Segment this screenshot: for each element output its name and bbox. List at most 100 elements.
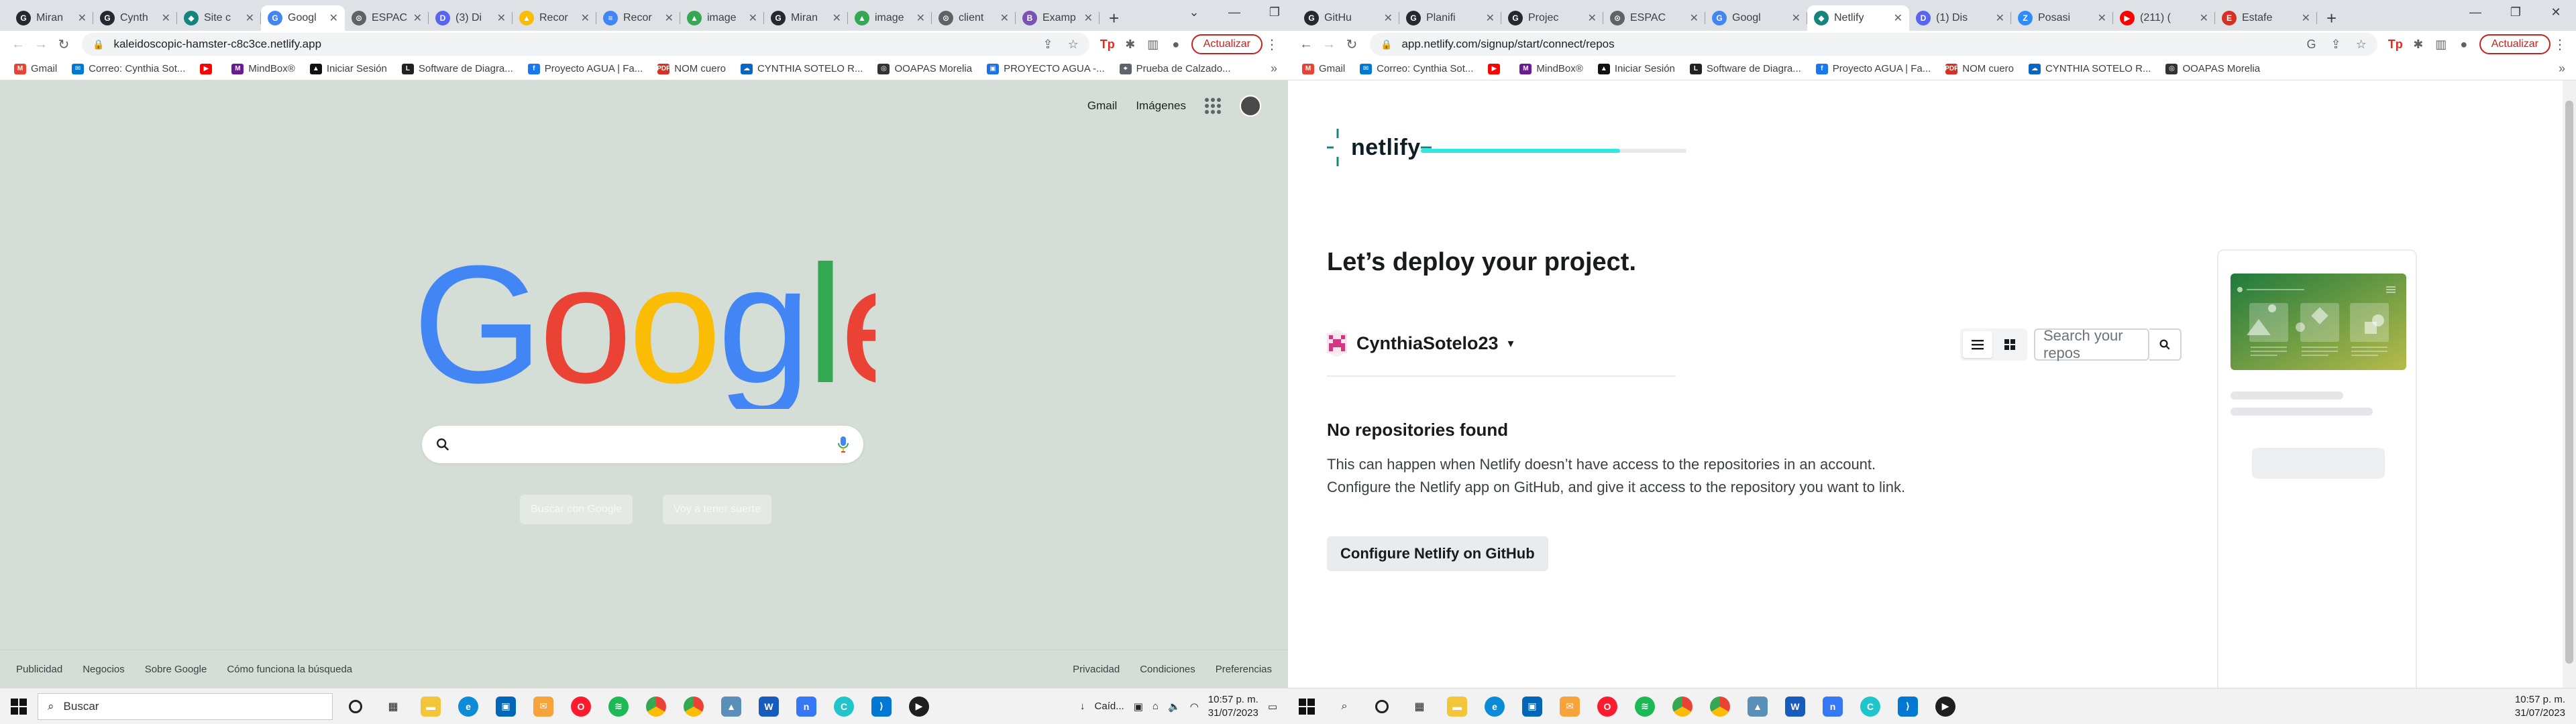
opera-icon[interactable]: O	[1589, 688, 1626, 724]
maximize-icon[interactable]: ❐	[1254, 0, 1288, 24]
mail-icon[interactable]: ✉	[525, 688, 562, 724]
word-icon[interactable]: W	[1776, 688, 1814, 724]
close-tab-icon[interactable]: ✕	[246, 11, 254, 25]
close-tab-icon[interactable]: ✕	[2098, 11, 2106, 25]
cortana-icon[interactable]	[1363, 688, 1401, 724]
volume-icon[interactable]: 🔈	[1168, 701, 1181, 713]
browser-tab[interactable]: D (1) Dis ✕	[1909, 5, 2011, 31]
account-selector[interactable]: CynthiaSotelo23 ▾	[1327, 328, 1514, 358]
browser-tab[interactable]: G Projec ✕	[1501, 5, 1603, 31]
store-icon[interactable]: ▣	[487, 688, 525, 724]
bookmark-star-icon[interactable]: ☆	[2356, 38, 2367, 52]
bookmark-item[interactable]: ⌖ Prueba de Calzado...	[1112, 63, 1238, 74]
browser-tab[interactable]: ⊙ client ✕	[932, 5, 1016, 31]
close-tab-icon[interactable]: ✕	[1690, 11, 1699, 25]
taskbar-search-input[interactable]: ⌕ Buscar	[38, 692, 333, 720]
footer-advertising-link[interactable]: Publicidad	[16, 664, 62, 675]
browser-tab[interactable]: ◆ Netlify ✕	[1807, 5, 1909, 31]
bookmark-item[interactable]: M Gmail	[7, 63, 64, 74]
browser-tab[interactable]: E Estafe ✕	[2215, 5, 2317, 31]
images-link[interactable]: Imágenes	[1136, 99, 1186, 113]
close-tab-icon[interactable]: ✕	[78, 11, 87, 25]
bookmark-item[interactable]: M MindBox®	[1512, 63, 1590, 74]
minimize-icon[interactable]: —	[2455, 0, 2496, 24]
address-bar[interactable]: 🔒 kaleidoscopic-hamster-c8c3ce.netlify.a…	[82, 33, 1089, 56]
browser-tab[interactable]: G Googl ✕	[261, 5, 345, 31]
extension-tp-icon[interactable]: Tp	[2384, 33, 2407, 56]
start-icon[interactable]	[0, 688, 38, 724]
close-tab-icon[interactable]: ✕	[497, 11, 506, 25]
browser-tab[interactable]: ◆ Site c ✕	[177, 5, 261, 31]
browser-tab[interactable]: G Googl ✕	[1705, 5, 1807, 31]
configure-github-button[interactable]: Configure Netlify on GitHub	[1327, 536, 1548, 571]
side-panel-icon[interactable]: ▥	[1142, 33, 1165, 56]
footer-business-link[interactable]: Negocios	[83, 664, 125, 675]
browser-tab[interactable]: ⊙ ESPAC ✕	[345, 5, 429, 31]
bookmark-item[interactable]: L Software de Diagra...	[394, 63, 521, 74]
extensions-puzzle-icon[interactable]: ✱	[1119, 33, 1142, 56]
reload-icon[interactable]: ↻	[1340, 33, 1363, 56]
browser-tab[interactable]: G Planifi ✕	[1399, 5, 1501, 31]
bookmark-item[interactable]: ✉ Correo: Cynthia Sot...	[1352, 63, 1481, 74]
browser-menu-icon[interactable]: ⋮	[1263, 36, 1281, 53]
cortana-icon[interactable]	[337, 688, 374, 724]
word-icon[interactable]: W	[750, 688, 788, 724]
profile-icon[interactable]: ●	[2453, 33, 2475, 56]
browser-tab[interactable]: Z Posasi ✕	[2011, 5, 2113, 31]
footer-about-link[interactable]: Sobre Google	[145, 664, 207, 675]
address-bar[interactable]: 🔒 app.netlify.com/signup/start/connect/r…	[1370, 33, 2377, 56]
spotify-icon[interactable]: ≋	[600, 688, 637, 724]
opera-icon[interactable]: O	[562, 688, 600, 724]
browser-tab[interactable]: ≡ Recor ✕	[596, 5, 680, 31]
close-tab-icon[interactable]: ✕	[1000, 11, 1009, 25]
canva-icon[interactable]: C	[1851, 688, 1889, 724]
close-tab-icon[interactable]: ✕	[833, 11, 841, 25]
profile-icon[interactable]: ●	[1165, 33, 1187, 56]
back-icon[interactable]: ←	[7, 33, 30, 56]
notion-icon[interactable]: n	[788, 688, 825, 724]
browser-menu-icon[interactable]: ⋮	[2551, 36, 2569, 53]
back-icon[interactable]: ←	[1295, 33, 1318, 56]
bookmark-item[interactable]: ✉ Correo: Cynthia Sot...	[64, 63, 193, 74]
bookmark-item[interactable]: ▲ Iniciar Sesión	[303, 63, 394, 74]
extension-tp-icon[interactable]: Tp	[1096, 33, 1119, 56]
bookmarks-more-icon[interactable]: »	[2559, 62, 2569, 76]
new-tab-button[interactable]: +	[2317, 5, 2346, 31]
tab-search-icon[interactable]: ⌄	[1174, 0, 1214, 24]
bookmark-item[interactable]: ☁ CYNTHIA SOTELO R...	[2021, 63, 2159, 74]
task-view-icon[interactable]: ▦	[374, 688, 412, 724]
chrome-profile-icon[interactable]	[675, 688, 712, 724]
bookmark-item[interactable]: M MindBox®	[224, 63, 302, 74]
close-tab-icon[interactable]: ✕	[1384, 11, 1393, 25]
notion-icon[interactable]: n	[1814, 688, 1851, 724]
browser-tab[interactable]: ▶ (211) (✕	[2113, 5, 2215, 31]
bookmark-item[interactable]: L Software de Diagra...	[1682, 63, 1809, 74]
google-search-input[interactable]	[422, 426, 863, 463]
search-icon[interactable]: ⌕	[1326, 688, 1363, 724]
footer-how-search-works-link[interactable]: Cómo funciona la búsqueda	[227, 664, 352, 675]
bookmark-item[interactable]: ▶	[1481, 63, 1512, 74]
bookmark-item[interactable]: M Gmail	[1295, 63, 1352, 74]
edge-icon[interactable]: e	[1476, 688, 1513, 724]
chrome-icon[interactable]	[637, 688, 675, 724]
task-view-icon[interactable]: ▦	[1401, 688, 1438, 724]
feeling-lucky-button[interactable]: Voy a tener suerte	[663, 495, 771, 524]
vscode-icon[interactable]: ⟩	[1889, 688, 1927, 724]
side-panel-icon[interactable]: ▥	[2430, 33, 2453, 56]
avatar[interactable]	[1240, 95, 1261, 117]
footer-privacy-link[interactable]: Privacidad	[1073, 664, 1120, 675]
gmail-link[interactable]: Gmail	[1087, 99, 1117, 113]
footer-settings-link[interactable]: Preferencias	[1216, 664, 1272, 675]
browser-tab[interactable]: ⊙ ESPAC ✕	[1603, 5, 1705, 31]
bookmark-item[interactable]: PDF NOM cuero	[1938, 63, 2021, 74]
new-tab-button[interactable]: +	[1099, 5, 1128, 31]
minimize-icon[interactable]: —	[1214, 0, 1254, 24]
bookmark-item[interactable]: ☁ CYNTHIA SOTELO R...	[733, 63, 871, 74]
browser-tab[interactable]: ▲ image ✕	[680, 5, 764, 31]
close-tab-icon[interactable]: ✕	[1894, 11, 1902, 25]
photos-icon[interactable]: ▲	[1739, 688, 1776, 724]
update-button[interactable]: Actualizar	[1191, 34, 1263, 54]
scrollbar-thumb[interactable]	[2565, 101, 2573, 664]
notifications-icon[interactable]: ▭	[1268, 701, 1277, 713]
close-tab-icon[interactable]: ✕	[749, 11, 757, 25]
